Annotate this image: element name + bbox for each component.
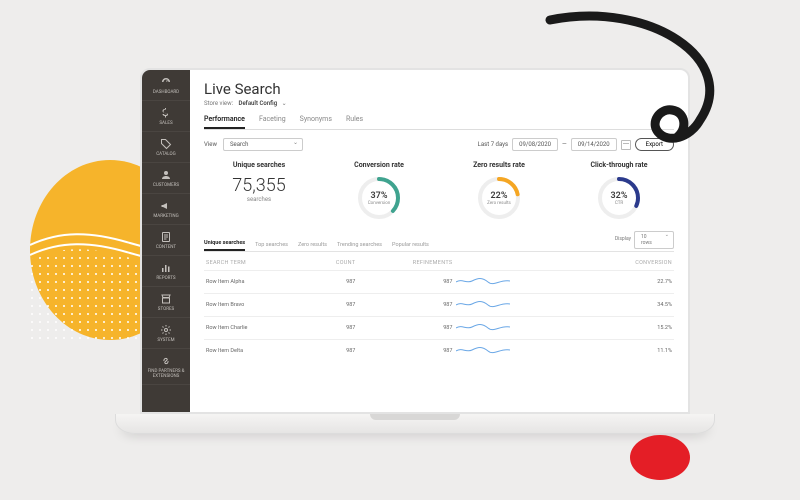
date-to[interactable]: 09/14/2020 — [571, 138, 617, 151]
sidebar-item-customers[interactable]: CUSTOMERS — [142, 163, 190, 194]
sidebar-item-reports[interactable]: REPORTS — [142, 256, 190, 287]
sidebar-item-dashboard[interactable]: DASHBOARD — [142, 70, 190, 101]
cell-spark — [454, 294, 583, 317]
store-view-selector[interactable]: Store view: Default Config ⌄ — [204, 100, 674, 107]
donut-ctr: 32%CTR — [596, 175, 642, 221]
cell-spark — [454, 340, 583, 363]
card-value: 75,355 — [204, 175, 314, 196]
inner-tab-trending[interactable]: Trending searches — [337, 242, 382, 251]
cell-term: Row Item Bravo — [204, 294, 305, 317]
link-icon — [160, 355, 172, 367]
col-count: COUNT — [305, 256, 357, 271]
inner-tab-popular[interactable]: Popular results — [392, 242, 429, 251]
table-row[interactable]: Row Item Bravo98798734.5% — [204, 294, 674, 317]
store-view-label: Store view: — [204, 100, 233, 107]
sidebar-item-catalog[interactable]: CATALOG — [142, 132, 190, 163]
inner-tab-top[interactable]: Top searches — [255, 242, 288, 251]
decorative-red-dot — [630, 435, 690, 480]
cell-count: 987 — [305, 340, 357, 363]
gear-icon — [160, 324, 172, 336]
inner-tab-zero[interactable]: Zero results — [298, 242, 327, 251]
card-title: Click-through rate — [564, 161, 674, 169]
cell-count: 987 — [305, 317, 357, 340]
cell-count: 987 — [305, 271, 357, 294]
cell-ref: 987 — [357, 317, 454, 340]
doc-icon — [160, 231, 172, 243]
sidebar-item-stores[interactable]: STORES — [142, 287, 190, 318]
display-label: Display — [615, 236, 631, 245]
chevron-down-icon: ⌄ — [282, 100, 287, 107]
sidebar-item-marketing[interactable]: MARKETING — [142, 194, 190, 225]
card-title: Unique searches — [204, 161, 314, 169]
bars-icon — [160, 262, 172, 274]
metric-cards: Unique searches 75,355 searches Conversi… — [204, 161, 674, 221]
inner-tab-unique[interactable]: Unique searches — [204, 240, 245, 251]
cell-conv: 11.1% — [583, 340, 674, 363]
toolbar: View Search Last 7 days 09/08/2020 — 09/… — [204, 138, 674, 151]
laptop-mockup: DASHBOARD SALES CATALOG CUSTOMERS MARKET… — [140, 68, 690, 438]
col-term: SEARCH TERM — [204, 256, 305, 271]
card-conversion-rate: Conversion rate 37%Conversion — [324, 161, 434, 221]
rows-select[interactable]: 10 rows — [634, 231, 674, 249]
tab-performance[interactable]: Performance — [204, 115, 245, 129]
view-select[interactable]: Search — [223, 138, 303, 151]
cell-spark — [454, 271, 583, 294]
sidebar-item-system[interactable]: SYSTEM — [142, 318, 190, 349]
table-tabs: Unique searches Top searches Zero result… — [204, 231, 674, 252]
tag-icon — [160, 138, 172, 150]
date-from[interactable]: 09/08/2020 — [512, 138, 558, 151]
cell-ref: 987 — [357, 271, 454, 294]
cell-term: Row Item Charlie — [204, 317, 305, 340]
view-label: View — [204, 141, 217, 148]
admin-sidebar: DASHBOARD SALES CATALOG CUSTOMERS MARKET… — [142, 70, 190, 412]
table-row[interactable]: Row Item Charlie98798715.2% — [204, 317, 674, 340]
cell-count: 987 — [305, 294, 357, 317]
card-sub: searches — [204, 196, 314, 203]
donut-zero: 22%Zero results — [476, 175, 522, 221]
date-dash: — — [562, 141, 567, 148]
cell-term: Row Item Alpha — [204, 271, 305, 294]
cell-conv: 34.5% — [583, 294, 674, 317]
card-unique-searches: Unique searches 75,355 searches — [204, 161, 314, 221]
col-ref: REFINEMENTS — [357, 256, 454, 271]
table-row[interactable]: Row Item Delta98798711.1% — [204, 340, 674, 363]
store-view-value: Default Config — [239, 100, 278, 107]
main-panel: Live Search Store view: Default Config ⌄… — [190, 70, 688, 412]
tab-rules[interactable]: Rules — [346, 115, 363, 129]
cell-conv: 22.7% — [583, 271, 674, 294]
table-row[interactable]: Row Item Alpha98798722.7% — [204, 271, 674, 294]
donut-conversion: 37%Conversion — [356, 175, 402, 221]
sidebar-item-content[interactable]: CONTENT — [142, 225, 190, 256]
col-conv: CONVERSION — [583, 256, 674, 271]
megaphone-icon — [160, 200, 172, 212]
cell-term: Row Item Delta — [204, 340, 305, 363]
date-range-label: Last 7 days — [478, 141, 508, 148]
card-title: Conversion rate — [324, 161, 434, 169]
dollar-icon — [160, 107, 172, 119]
laptop-base — [115, 414, 715, 434]
primary-tabs: Performance Faceting Synonyms Rules — [204, 115, 674, 130]
cell-ref: 987 — [357, 340, 454, 363]
store-icon — [160, 293, 172, 305]
cell-ref: 987 — [357, 294, 454, 317]
card-zero-results: Zero results rate 22%Zero results — [444, 161, 554, 221]
user-icon — [160, 169, 172, 181]
results-table: SEARCH TERM COUNT REFINEMENTS CONVERSION… — [204, 256, 674, 362]
calendar-icon[interactable] — [621, 140, 631, 150]
cell-spark — [454, 317, 583, 340]
gauge-icon — [160, 76, 172, 88]
tab-synonyms[interactable]: Synonyms — [300, 115, 332, 129]
sidebar-item-partners[interactable]: FIND PARTNERS & EXTENSIONS — [142, 349, 190, 385]
card-title: Zero results rate — [444, 161, 554, 169]
tab-faceting[interactable]: Faceting — [259, 115, 286, 129]
page-title: Live Search — [204, 80, 674, 98]
sidebar-item-sales[interactable]: SALES — [142, 101, 190, 132]
export-button[interactable]: Export — [635, 138, 674, 151]
cell-conv: 15.2% — [583, 317, 674, 340]
card-ctr: Click-through rate 32%CTR — [564, 161, 674, 221]
